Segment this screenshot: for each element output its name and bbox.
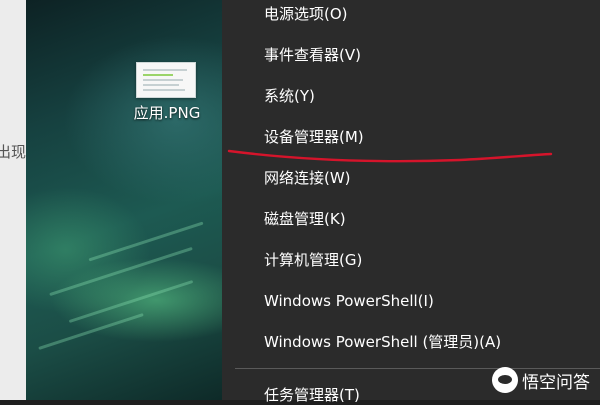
menu-item-computer-management[interactable]: 计算机管理(G) [264, 250, 362, 270]
menu-item-powershell[interactable]: Windows PowerShell(I) [264, 291, 434, 311]
clipped-text: 出现 [0, 143, 26, 161]
thumbnail-line [143, 74, 173, 76]
menu-item-network-connections[interactable]: 网络连接(W) [264, 168, 351, 188]
wukong-logo-icon [492, 367, 518, 393]
desktop-wallpaper: 应用.PNG [26, 0, 222, 400]
menu-item-system[interactable]: 系统(Y) [264, 86, 315, 106]
menu-item-powershell-admin[interactable]: Windows PowerShell (管理员)(A) [264, 332, 501, 352]
thumbnail-line [143, 69, 187, 71]
aurora-streak [88, 221, 204, 262]
menu-item-power-options[interactable]: 电源选项(O) [264, 4, 348, 24]
watermark: 悟空问答 [492, 367, 590, 393]
menu-item-event-viewer[interactable]: 事件查看器(V) [264, 45, 361, 65]
thumbnail-line [143, 79, 183, 81]
menu-item-task-manager[interactable]: 任务管理器(T) [264, 385, 360, 405]
png-file-icon[interactable] [136, 62, 196, 98]
background-window-strip: 出现 [0, 0, 26, 400]
thumbnail-line [143, 89, 185, 91]
thumbnail-line [143, 84, 179, 86]
winx-context-menu: 电源选项(O) 事件查看器(V) 系统(Y) 设备管理器(M) 网络连接(W) … [222, 0, 600, 404]
file-name-label[interactable]: 应用.PNG [122, 102, 212, 123]
menu-item-device-manager[interactable]: 设备管理器(M) [264, 127, 364, 147]
watermark-text: 悟空问答 [522, 372, 590, 393]
aurora-streak [38, 313, 144, 350]
menu-item-disk-management[interactable]: 磁盘管理(K) [264, 209, 346, 229]
